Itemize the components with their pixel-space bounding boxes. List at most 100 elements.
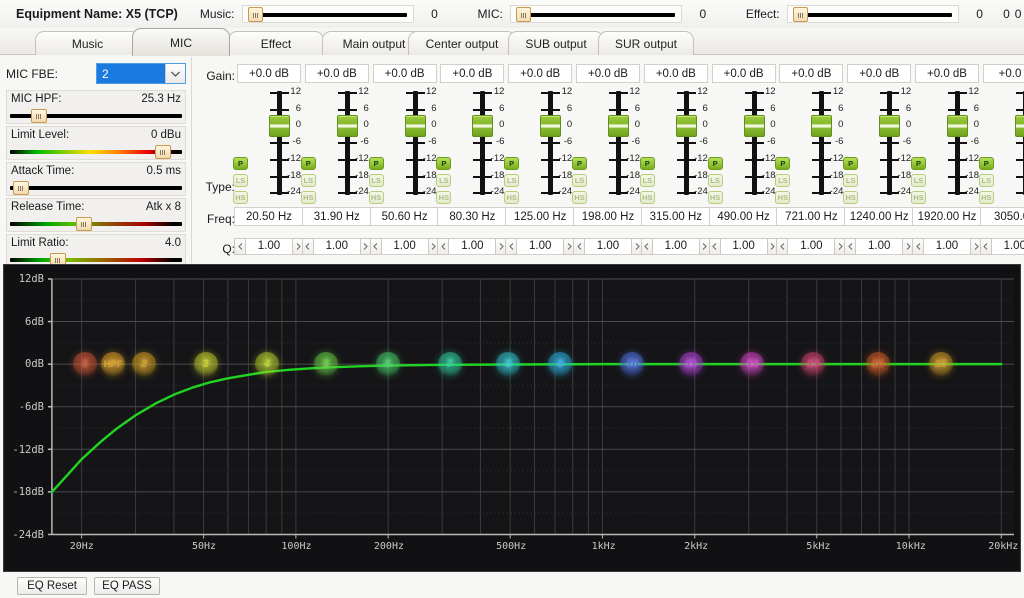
- q-decrement-icon[interactable]: [234, 237, 246, 255]
- band-type-ls-button[interactable]: LS: [572, 174, 587, 187]
- band-type-ls-button[interactable]: LS: [775, 174, 791, 187]
- eq-band-marker-2[interactable]: 2: [132, 352, 157, 377]
- band-q-spinner[interactable]: 1.00: [979, 237, 1024, 255]
- param-slider[interactable]: [10, 145, 182, 159]
- fader-knob[interactable]: [336, 115, 358, 137]
- band-freq-input[interactable]: 80.30 Hz: [437, 207, 508, 226]
- fader-knob[interactable]: [811, 115, 833, 137]
- band-type-ls-button[interactable]: LS: [911, 174, 926, 187]
- fader-knob[interactable]: [1014, 115, 1024, 137]
- eq-band-marker-12[interactable]: 12: [740, 352, 765, 377]
- band-q-spinner[interactable]: 1.00: [776, 237, 847, 255]
- band-q-spinner[interactable]: 1.00: [437, 237, 508, 255]
- mic-fbe-select[interactable]: 2: [96, 63, 186, 84]
- q-decrement-icon[interactable]: [573, 237, 585, 255]
- q-decrement-icon[interactable]: [437, 237, 450, 255]
- band-freq-input[interactable]: 3050.00: [979, 207, 1024, 226]
- param-slider-knob[interactable]: [30, 109, 47, 123]
- band-q-value[interactable]: 1.00: [991, 237, 1024, 255]
- band-q-value[interactable]: 1.00: [652, 237, 699, 255]
- fader-knob[interactable]: [540, 115, 562, 137]
- band-type-p-button[interactable]: P: [368, 157, 384, 170]
- band-gain-input[interactable]: +0.0 dB: [711, 64, 776, 83]
- band-type-hs-button[interactable]: HS: [775, 191, 791, 204]
- band-q-spinner[interactable]: 1.00: [505, 237, 576, 255]
- band-gain-input[interactable]: +0.0 dB: [440, 64, 505, 83]
- band-type-p-button[interactable]: P: [911, 157, 926, 170]
- q-decrement-icon[interactable]: [844, 237, 857, 255]
- band-q-value[interactable]: 1.00: [449, 237, 496, 255]
- band-gain-input[interactable]: +0.0 dB: [508, 64, 573, 83]
- q-decrement-icon[interactable]: [640, 237, 653, 255]
- band-type-ls-button[interactable]: LS: [300, 174, 316, 187]
- band-gain-input[interactable]: +0.0 dB: [847, 64, 912, 83]
- band-type-p-button[interactable]: P: [436, 157, 452, 170]
- band-type-p-button[interactable]: P: [707, 157, 723, 170]
- band-type-p-button[interactable]: P: [233, 157, 248, 170]
- band-q-value[interactable]: 1.00: [924, 237, 970, 255]
- mic-volume-slider[interactable]: [509, 5, 682, 23]
- band-q-value[interactable]: 1.00: [720, 237, 767, 255]
- band-type-hs-button[interactable]: HS: [504, 191, 520, 204]
- music-slider-knob[interactable]: [247, 7, 263, 22]
- band-gain-input[interactable]: +0.0 dB: [237, 64, 301, 83]
- eq-response-graph[interactable]: 12dB 6dB 0dB -6dB -12dB -18dB -24dB 20Hz 50Hz 10…: [3, 264, 1021, 572]
- param-slider-knob[interactable]: [155, 145, 172, 159]
- band-type-hs-button[interactable]: HS: [843, 191, 859, 204]
- band-type-p-button[interactable]: P: [300, 157, 316, 170]
- tab-effect[interactable]: Effect: [228, 31, 324, 55]
- q-decrement-icon[interactable]: [776, 237, 789, 255]
- eq-band-marker-5[interactable]: 5: [314, 352, 339, 377]
- eq-band-marker-7[interactable]: 7: [437, 352, 462, 377]
- band-freq-input[interactable]: 721.00 Hz: [776, 207, 847, 226]
- chevron-down-icon[interactable]: [165, 64, 185, 83]
- band-type-ls-button[interactable]: LS: [639, 174, 655, 187]
- band-type-ls-button[interactable]: LS: [707, 174, 723, 187]
- band-type-p-button[interactable]: P: [978, 157, 994, 170]
- band-type-p-button[interactable]: P: [572, 157, 587, 170]
- band-type-hs-button[interactable]: HS: [707, 191, 723, 204]
- param-slider[interactable]: [10, 181, 182, 195]
- eq-band-marker-6[interactable]: 6: [375, 352, 400, 377]
- eq-band-marker-10[interactable]: 10: [620, 352, 645, 377]
- param-slider[interactable]: [10, 109, 182, 123]
- band-q-spinner[interactable]: 1.00: [708, 237, 779, 255]
- eq-band-marker-13[interactable]: 13: [800, 352, 825, 377]
- q-decrement-icon[interactable]: [708, 237, 721, 255]
- band-q-spinner[interactable]: 1.00: [573, 237, 643, 255]
- band-type-hs-button[interactable]: HS: [572, 191, 587, 204]
- eq-band-marker-8[interactable]: 8: [496, 352, 521, 377]
- band-q-spinner[interactable]: 1.00: [301, 237, 372, 255]
- band-gain-input[interactable]: +0.0 dB: [779, 64, 844, 83]
- music-volume-slider[interactable]: [241, 5, 414, 23]
- band-type-hs-button[interactable]: HS: [639, 191, 655, 204]
- fader-knob[interactable]: [947, 115, 968, 137]
- fader-knob[interactable]: [404, 115, 426, 137]
- q-decrement-icon[interactable]: [301, 237, 314, 255]
- band-type-hs-button[interactable]: HS: [300, 191, 316, 204]
- band-q-spinner[interactable]: 1.00: [844, 237, 915, 255]
- band-type-hs-button[interactable]: HS: [436, 191, 452, 204]
- band-gain-input[interactable]: +0.0 dB: [576, 64, 640, 83]
- band-q-spinner[interactable]: 1.00: [640, 237, 711, 255]
- q-decrement-icon[interactable]: [505, 237, 518, 255]
- band-q-value[interactable]: 1.00: [585, 237, 631, 255]
- band-freq-input[interactable]: 1920.00 Hz: [912, 207, 982, 226]
- band-freq-input[interactable]: 125.00 Hz: [505, 207, 576, 226]
- fader-knob[interactable]: [743, 115, 765, 137]
- band-type-p-button[interactable]: P: [639, 157, 655, 170]
- eq-band-marker-3[interactable]: 3: [193, 352, 218, 377]
- band-freq-input[interactable]: 20.50 Hz: [234, 207, 304, 226]
- fader-knob[interactable]: [269, 115, 290, 137]
- band-type-ls-button[interactable]: LS: [368, 174, 384, 187]
- band-type-p-button[interactable]: P: [775, 157, 791, 170]
- fader-knob[interactable]: [608, 115, 629, 137]
- eq-band-marker-4[interactable]: 4: [255, 352, 280, 377]
- band-q-value[interactable]: 1.00: [381, 237, 428, 255]
- q-decrement-icon[interactable]: [979, 237, 992, 255]
- fader-knob[interactable]: [472, 115, 494, 137]
- eq-band-marker-14[interactable]: 14: [865, 352, 890, 377]
- band-type-ls-button[interactable]: LS: [233, 174, 248, 187]
- band-q-value[interactable]: 1.00: [856, 237, 903, 255]
- eq-band-marker-1[interactable]: 1: [73, 352, 98, 377]
